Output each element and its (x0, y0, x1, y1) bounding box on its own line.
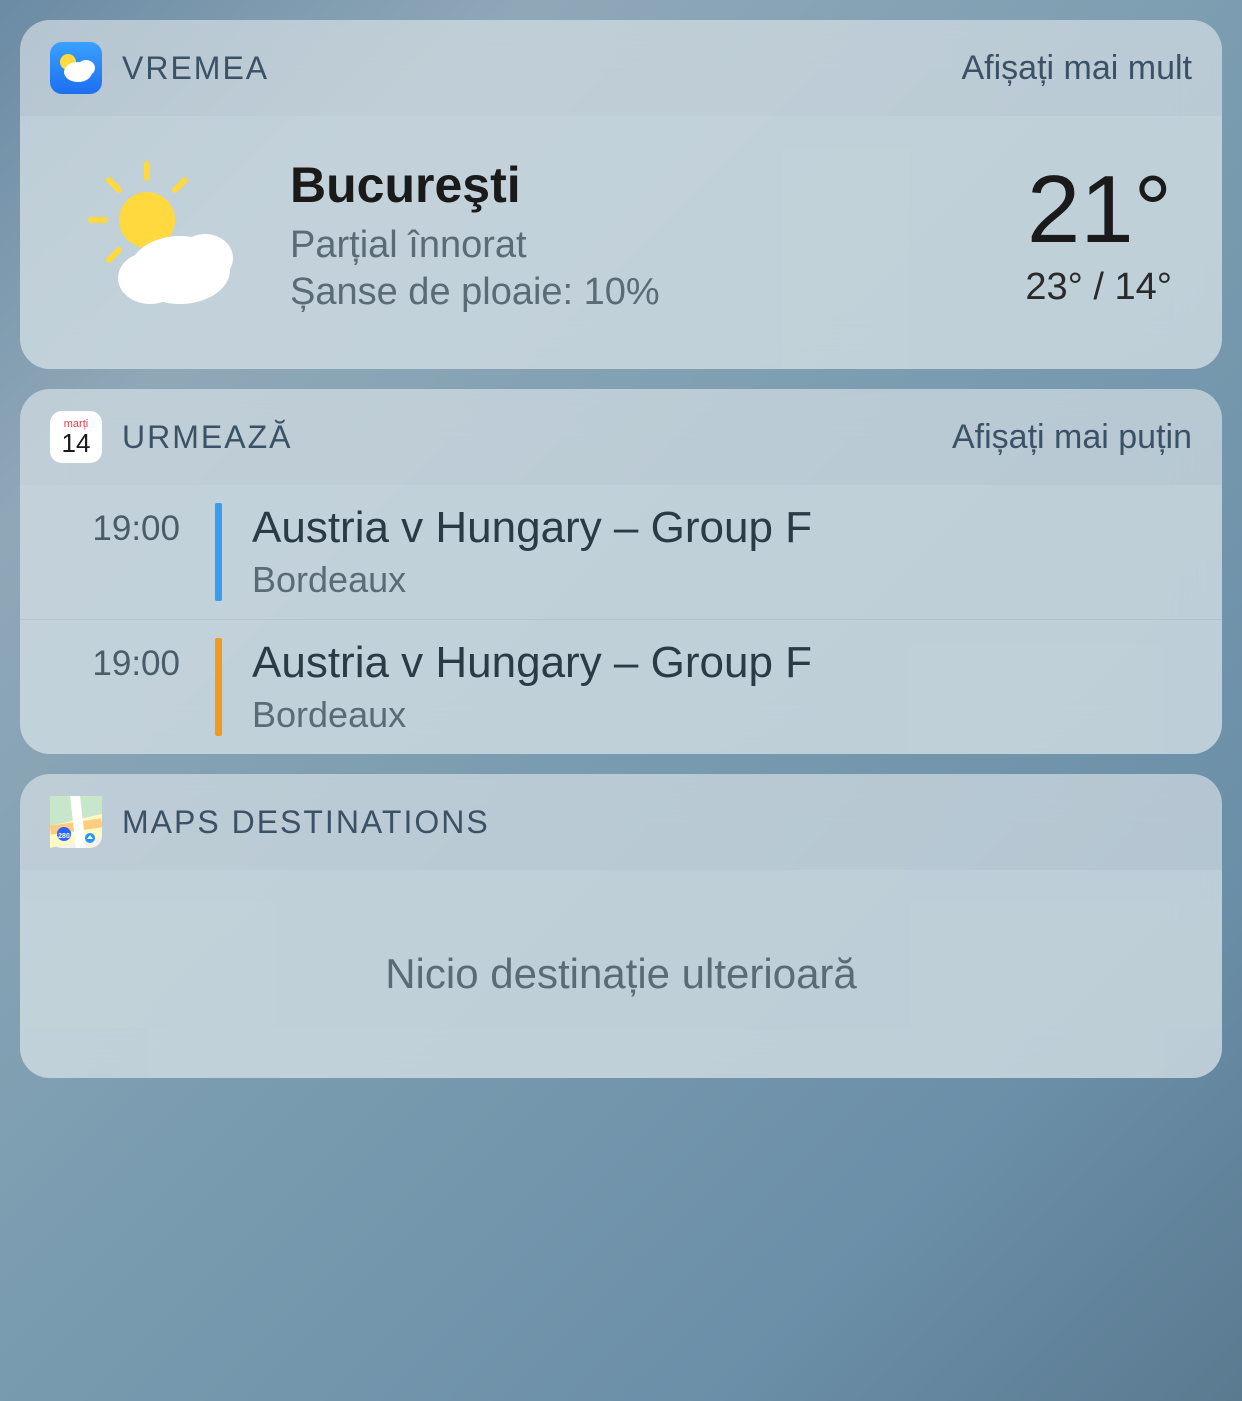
upnext-show-less-button[interactable]: Afișați mai puțin (952, 418, 1192, 457)
weather-city: Bucureşti (290, 156, 975, 214)
event-details: Austria v Hungary – Group F Bordeaux (237, 638, 1192, 736)
event-details: Austria v Hungary – Group F Bordeaux (237, 503, 1192, 601)
calendar-event[interactable]: 19:00 Austria v Hungary – Group F Bordea… (20, 485, 1222, 620)
weather-content: Bucureşti Parțial înnorat Șanse de ploai… (70, 156, 1172, 314)
maps-widget-body: Nicio destinație ulterioară (20, 870, 1222, 1078)
weather-rain-chance: Șanse de ploaie: 10% (290, 271, 975, 314)
upnext-widget-title: URMEAZĂ (122, 419, 932, 456)
weather-details: Bucureşti Parțial înnorat Șanse de ploai… (290, 156, 975, 314)
weather-widget-body: Bucureşti Parțial înnorat Șanse de ploai… (20, 116, 1222, 369)
upnext-widget-body: 19:00 Austria v Hungary – Group F Bordea… (20, 485, 1222, 754)
weather-temperature: 21° (1025, 162, 1172, 258)
maps-widget[interactable]: 280 MAPS DESTINATIONS Nicio destinație u… (20, 774, 1222, 1078)
partly-cloudy-icon (70, 158, 240, 313)
weather-temp-container: 21° 23° / 14° (1025, 162, 1172, 309)
event-color-bar (215, 503, 222, 601)
weather-show-more-button[interactable]: Afișați mai mult (962, 49, 1193, 88)
calendar-app-icon: marți 14 (50, 411, 102, 463)
weather-app-icon (50, 42, 102, 94)
event-location: Bordeaux (252, 559, 1192, 601)
event-time: 19:00 (50, 638, 200, 736)
weather-widget-header: VREMEA Afișați mai mult (20, 20, 1222, 116)
weather-condition: Parțial înnorat (290, 224, 975, 267)
maps-empty-state: Nicio destinație ulterioară (50, 950, 1192, 998)
maps-widget-title: MAPS DESTINATIONS (122, 804, 1192, 841)
event-time: 19:00 (50, 503, 200, 601)
event-color-bar (215, 638, 222, 736)
event-location: Bordeaux (252, 694, 1192, 736)
upnext-widget-header: marți 14 URMEAZĂ Afișați mai puțin (20, 389, 1222, 485)
upnext-widget[interactable]: marți 14 URMEAZĂ Afișați mai puțin 19:00… (20, 389, 1222, 754)
svg-text:280: 280 (58, 833, 70, 840)
event-title: Austria v Hungary – Group F (252, 638, 1192, 688)
event-title: Austria v Hungary – Group F (252, 503, 1192, 553)
maps-app-icon: 280 (50, 796, 102, 848)
weather-high-low: 23° / 14° (1025, 266, 1172, 309)
weather-widget[interactable]: VREMEA Afișați mai mult (20, 20, 1222, 369)
calendar-event[interactable]: 19:00 Austria v Hungary – Group F Bordea… (20, 620, 1222, 754)
calendar-icon-day-number: 14 (62, 430, 91, 456)
maps-widget-header: 280 MAPS DESTINATIONS (20, 774, 1222, 870)
weather-widget-title: VREMEA (122, 50, 942, 87)
